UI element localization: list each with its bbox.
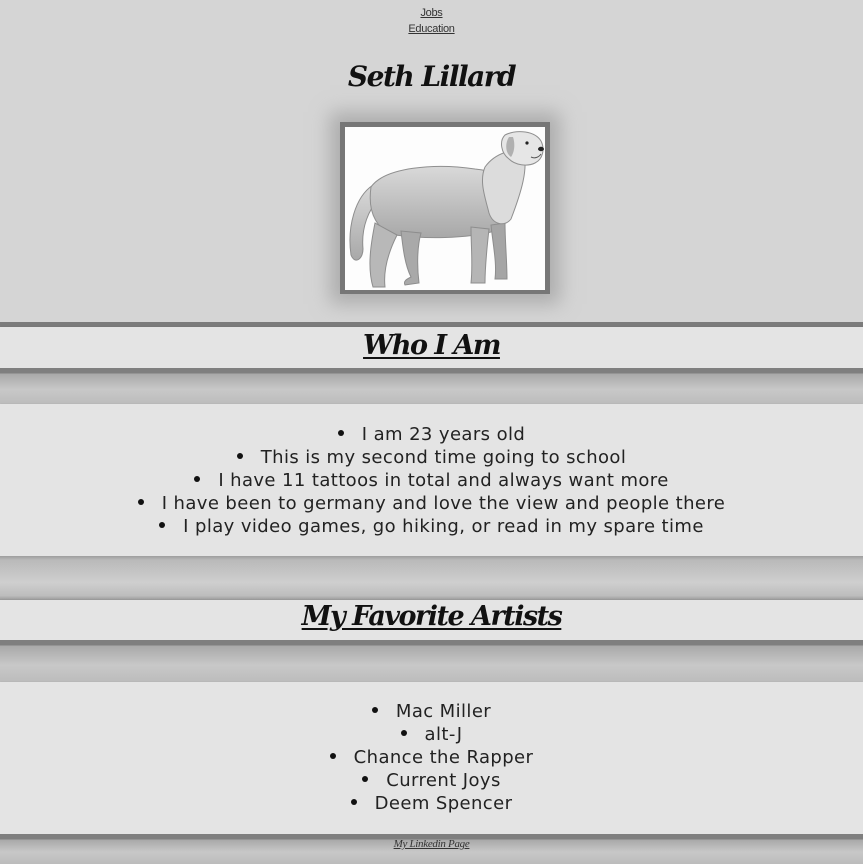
bullet-icon [329,753,336,759]
list-item: alt-J [0,723,863,746]
bullet-icon [362,776,369,782]
bullet-icon [350,799,357,805]
bullet-icon [236,453,243,459]
who-i-am-heading: Who I Am [363,330,501,361]
favorite-artists-heading: My Favorite Artists [301,601,563,632]
bullet-icon [400,730,407,736]
divider-band [0,368,863,404]
bullet-icon [137,499,144,505]
bullet-icon [194,476,201,482]
linkedin-link[interactable]: My Linkedin Page [0,838,863,850]
bullet-icon [159,522,166,528]
list-item: Deem Spencer [0,792,863,815]
list-item: I play video games, go hiking, or read i… [0,515,863,538]
list-item: This is my second time going to school [0,446,863,469]
page-title: Seth Lillard [347,60,517,93]
bullet-icon [337,430,344,436]
divider-band [0,556,863,600]
profile-photo-frame [340,122,550,294]
list-item: Chance the Rapper [0,746,863,769]
favorite-artists-list: Mac Miller alt-J Chance the Rapper Curre… [0,700,863,815]
dog-icon [349,131,544,288]
nav-link-education[interactable]: Education [0,21,863,37]
who-i-am-list: I am 23 years old This is my second time… [0,423,863,538]
list-item: Mac Miller [0,700,863,723]
list-item: I am 23 years old [0,423,863,446]
bullet-icon [371,707,378,713]
top-nav: Jobs Education [0,5,863,37]
dog-photo [345,127,545,290]
list-item: I have 11 tattoos in total and always wa… [0,469,863,492]
list-item: I have been to germany and love the view… [0,492,863,515]
list-item: Current Joys [0,769,863,792]
nav-link-jobs[interactable]: Jobs [0,5,863,21]
divider-band [0,640,863,682]
